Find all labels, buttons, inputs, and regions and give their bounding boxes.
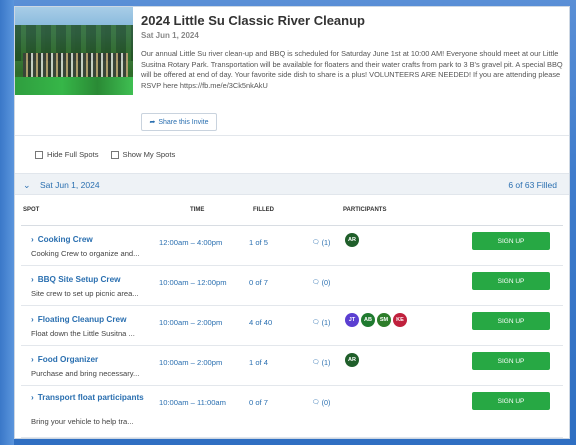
comment-icon: 🗨 xyxy=(312,400,320,406)
show-my-spots-toggle[interactable]: Show My Spots xyxy=(110,150,176,159)
comment-icon: 🗨 xyxy=(312,280,320,286)
chevron-down-icon: ⌄ xyxy=(23,180,31,190)
table-row: › BBQ Site Setup Crew Site crew to set up … xyxy=(21,266,563,306)
sign-up-button[interactable]: SIGN UP xyxy=(472,232,550,250)
chevron-right-icon: › xyxy=(31,275,34,284)
comment-count: (1) xyxy=(321,318,331,327)
col-participants: PARTICIPANTS xyxy=(343,207,387,213)
page-background-strip xyxy=(0,0,14,445)
hide-full-checkbox[interactable] xyxy=(35,150,43,159)
comments-link[interactable]: 🗨 (1) xyxy=(312,318,330,327)
comment-icon: 🗨 xyxy=(312,360,320,366)
comments-link[interactable]: 🗨 (1) xyxy=(312,238,330,247)
avatar[interactable]: KE xyxy=(393,313,407,327)
table-header: SPOT TIME FILLED PARTICIPANTS xyxy=(15,207,569,219)
event-photo xyxy=(15,7,133,95)
sign-up-button[interactable]: SIGN UP xyxy=(472,352,550,370)
show-mine-label: Show My Spots xyxy=(122,150,176,159)
chevron-right-icon: › xyxy=(31,315,34,324)
spot-title: Floating Cleanup Crew xyxy=(37,315,127,324)
event-date: Sat Jun 1, 2024 xyxy=(141,31,199,40)
spot-filled: 1 of 5 xyxy=(249,238,268,247)
comments-link[interactable]: 🗨 (1) xyxy=(312,358,330,367)
participants: AR xyxy=(345,233,359,247)
comment-count: (0) xyxy=(321,398,331,407)
spot-time: 10:00am – 2:00pm xyxy=(159,358,223,367)
table-row: › Transport float participants Bring your … xyxy=(21,386,563,438)
spot-time: 12:00am – 4:00pm xyxy=(159,238,223,247)
chevron-right-icon: › xyxy=(31,235,34,244)
spot-description: Float down the Little Susitna ... xyxy=(31,329,135,338)
spot-title: Transport float participants xyxy=(37,393,144,402)
avatar[interactable]: AB xyxy=(361,313,375,327)
comment-count: (1) xyxy=(321,358,331,367)
avatar[interactable]: JT xyxy=(345,313,359,327)
sign-up-button[interactable]: SIGN UP xyxy=(472,312,550,330)
share-icon: ➦ xyxy=(149,119,156,126)
date-group-header[interactable]: ⌄ Sat Jun 1, 2024 6 of 63 Filled xyxy=(15,173,569,195)
chevron-right-icon: › xyxy=(31,355,34,364)
col-spot: SPOT xyxy=(23,207,40,213)
group-date: Sat Jun 1, 2024 xyxy=(40,180,100,190)
table-row: › Cooking Crew Cooking Crew to organize an… xyxy=(21,226,563,266)
spot-title-link[interactable]: › Floating Cleanup Crew xyxy=(31,315,126,324)
avatar[interactable]: AR xyxy=(345,233,359,247)
spot-title: Cooking Crew xyxy=(37,235,93,244)
spot-time: 10:00am – 12:00pm xyxy=(159,278,227,287)
event-title: 2024 Little Su Classic River Cleanup xyxy=(141,13,365,28)
signup-card: 2024 Little Su Classic River Cleanup Sat… xyxy=(14,6,570,439)
comment-count: (1) xyxy=(321,238,331,247)
spot-filled: 1 of 4 xyxy=(249,358,268,367)
avatar[interactable]: SM xyxy=(377,313,391,327)
spot-description: Bring your vehicle to help tra... xyxy=(31,417,134,426)
sign-up-button[interactable]: SIGN UP xyxy=(472,272,550,290)
spot-description: Cooking Crew to organize and... xyxy=(31,249,140,258)
chevron-right-icon: › xyxy=(31,393,34,402)
table-row: › Food Organizer Purchase and bring necess… xyxy=(21,346,563,386)
table-row: › Floating Cleanup Crew Float down the Lit… xyxy=(21,306,563,346)
comment-icon: 🗨 xyxy=(312,240,320,246)
group-filled-count: 6 of 63 Filled xyxy=(508,180,557,190)
participants: AR xyxy=(345,353,359,367)
divider xyxy=(15,135,569,136)
comments-link[interactable]: 🗨 (0) xyxy=(312,398,330,407)
spot-filled: 0 of 7 xyxy=(249,278,268,287)
spot-title-link[interactable]: › Food Organizer xyxy=(31,355,98,364)
participants: JT AB SM KE xyxy=(345,313,407,327)
filter-row: Hide Full Spots Show My Spots xyxy=(35,150,175,159)
col-filled: FILLED xyxy=(253,207,274,213)
spot-description: Purchase and bring necessary... xyxy=(31,369,140,378)
spot-title: BBQ Site Setup Crew xyxy=(37,275,121,284)
hide-full-label: Hide Full Spots xyxy=(47,150,99,159)
spot-filled: 0 of 7 xyxy=(249,398,268,407)
comment-icon: 🗨 xyxy=(312,320,320,326)
share-label: Share this Invite xyxy=(158,118,209,126)
comment-count: (0) xyxy=(321,278,331,287)
col-time: TIME xyxy=(190,207,205,213)
share-invite-button[interactable]: ➦ Share this Invite xyxy=(141,113,217,131)
spot-title-link[interactable]: › Cooking Crew xyxy=(31,235,93,244)
spot-title-link[interactable]: › Transport float participants xyxy=(31,392,151,403)
spot-description: Site crew to set up picnic area... xyxy=(31,289,139,298)
spot-title: Food Organizer xyxy=(37,355,99,364)
avatar[interactable]: AR xyxy=(345,353,359,367)
spot-time: 10:00am – 2:00pm xyxy=(159,318,223,327)
spot-filled: 4 of 40 xyxy=(249,318,273,327)
hide-full-spots-toggle[interactable]: Hide Full Spots xyxy=(35,150,99,159)
sign-up-button[interactable]: SIGN UP xyxy=(472,392,550,410)
comments-link[interactable]: 🗨 (0) xyxy=(312,278,330,287)
show-mine-checkbox[interactable] xyxy=(110,150,119,159)
spot-time: 10:00am – 11:00am xyxy=(159,398,226,407)
event-description: Our annual Little Su river clean-up and … xyxy=(141,49,563,90)
spot-title-link[interactable]: › BBQ Site Setup Crew xyxy=(31,275,121,284)
